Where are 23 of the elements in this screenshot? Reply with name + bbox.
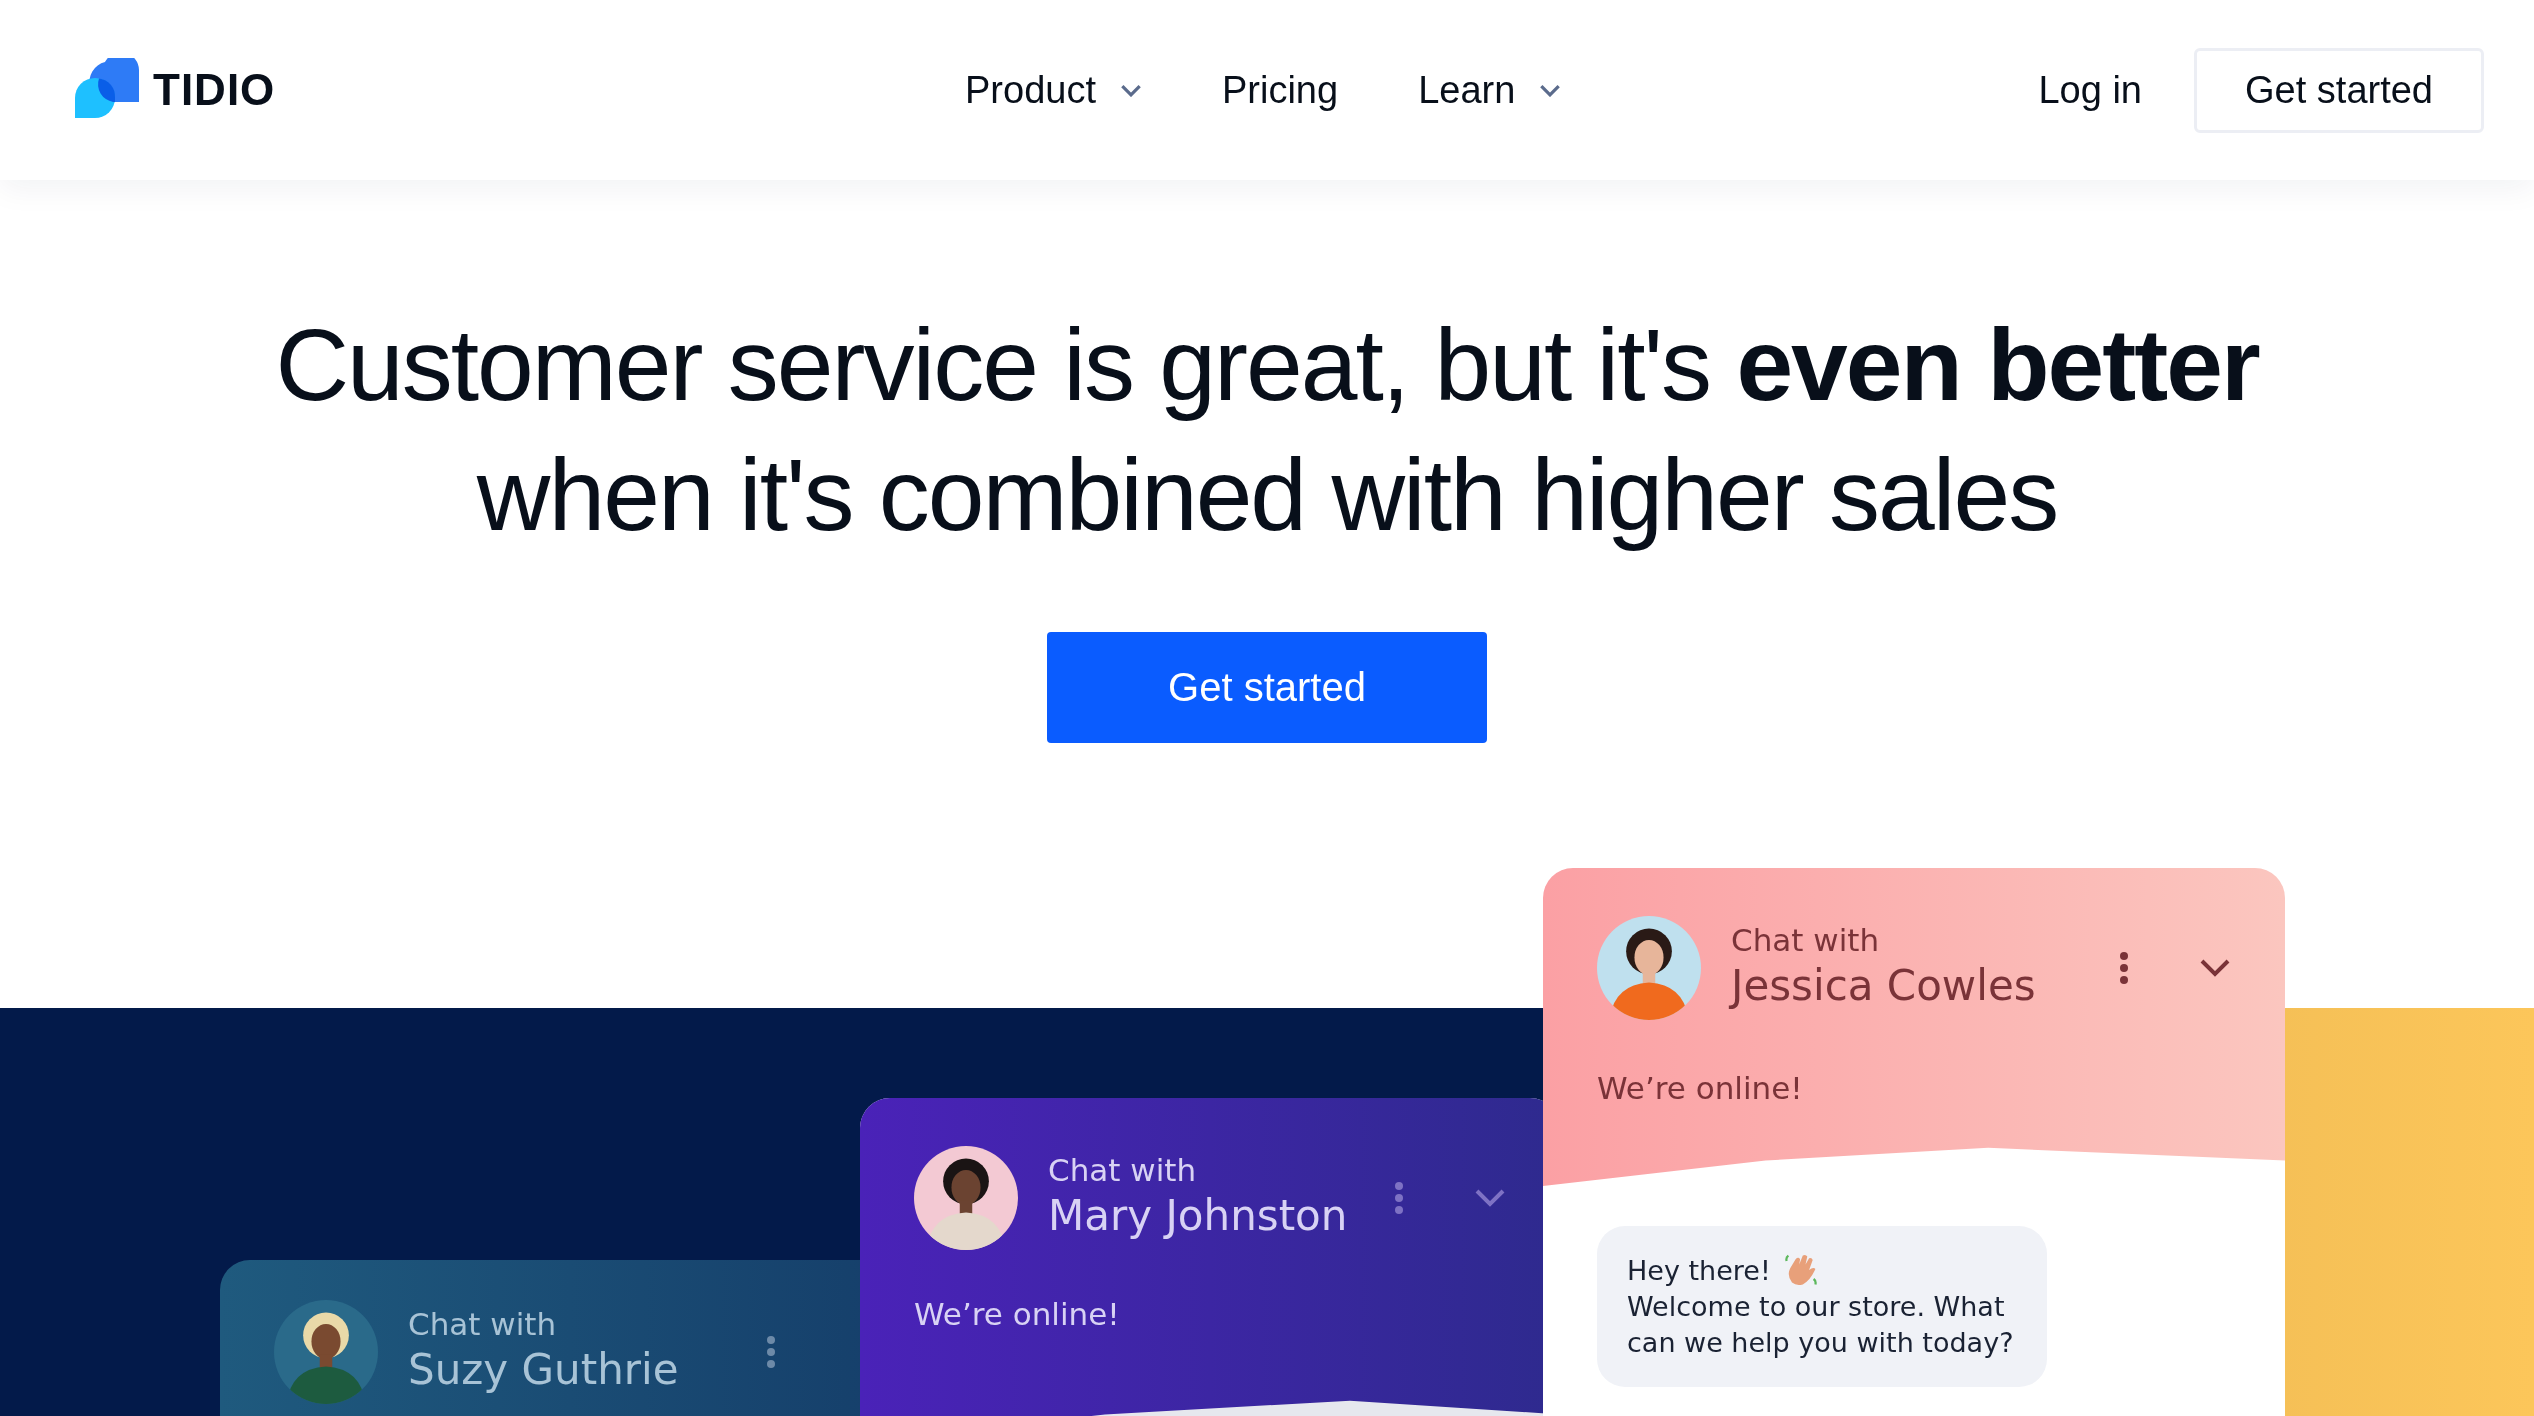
- status-text: We’re online!: [914, 1296, 1121, 1332]
- agent-name: Mary Johnston: [1048, 1190, 1349, 1242]
- agent-name: Suzy Guthrie: [408, 1344, 680, 1396]
- waving-hand-icon: [1783, 1252, 1820, 1288]
- status-text: We’re online!: [1597, 1070, 1804, 1106]
- logo-wordmark[interactable]: TIDIO: [153, 65, 276, 115]
- chat-with-label: Chat with: [1048, 1152, 1198, 1188]
- nav-link[interactable]: Learn: [1418, 68, 1562, 112]
- get-started-button[interactable]: Get started: [2194, 47, 2484, 133]
- chevron-down-icon[interactable]: [2199, 958, 2231, 978]
- message-text: Hey there!: [1627, 1255, 1771, 1286]
- get-started-button[interactable]: Get started: [1047, 632, 1487, 743]
- chevron-down-icon[interactable]: [1474, 1188, 1506, 1208]
- nav-link[interactable]: Pricing: [1221, 68, 1339, 112]
- chat-with-label: Chat with: [1731, 922, 1881, 958]
- more-icon[interactable]: [2119, 951, 2129, 985]
- message-text: Welcome to our store. What can we help you with today?: [1627, 1290, 2015, 1360]
- more-icon[interactable]: [766, 1335, 776, 1369]
- chat-with-label: Chat with: [408, 1306, 558, 1342]
- headline: Customer service is great, but it's even better when it's combined with higher sales: [274, 307, 2261, 554]
- login-link[interactable]: Log in: [2038, 68, 2142, 112]
- nav-link[interactable]: Product: [965, 68, 1142, 112]
- more-icon[interactable]: [1394, 1181, 1404, 1215]
